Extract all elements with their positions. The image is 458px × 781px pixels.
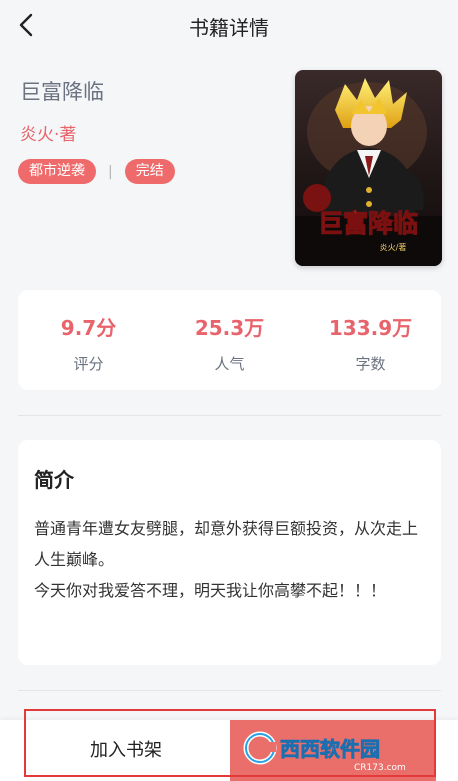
divider — [18, 690, 441, 691]
cover-author-text: 炎火/著 — [380, 242, 407, 252]
watermark-url: CR173.com — [354, 763, 406, 773]
divider — [18, 415, 441, 416]
stat-rating-value: 9.7分 — [60, 316, 117, 340]
tag-genre[interactable]: 都市逆袭 — [18, 159, 96, 184]
stats-card: 9.7分 评分 25.3万 人气 133.9万 字数 — [18, 290, 441, 390]
stat-popularity-label: 人气 — [214, 355, 245, 373]
intro-title: 简介 — [34, 468, 74, 492]
page-title: 书籍详情 — [189, 16, 269, 40]
stat-popularity-value: 25.3万 — [194, 316, 265, 340]
nav-bar: 书籍详情 — [0, 0, 458, 50]
book-cover[interactable]: 巨富降临 炎火/著 — [295, 70, 442, 266]
stat-rating-label: 评分 — [73, 355, 104, 373]
intro-card: 简介 普通青年遭女友劈腿，却意外获得巨额投资，从次走上人生巅峰。 今天你对我爱答… — [18, 440, 441, 665]
intro-text: 普通青年遭女友劈腿，却意外获得巨额投资，从次走上人生巅峰。 今天你对我爱答不理，… — [34, 519, 419, 600]
stat-popularity: 25.3万 人气 — [159, 290, 300, 390]
tag-status: 完结 — [124, 159, 175, 184]
book-tags: 都市逆袭 | 完结 — [18, 159, 175, 184]
book-author[interactable]: 炎火·著 — [20, 120, 76, 145]
book-title: 巨富降临 — [20, 80, 104, 104]
stat-rating: 9.7分 评分 — [18, 290, 159, 390]
stat-wordcount: 133.9万 字数 — [300, 290, 441, 390]
stat-wordcount-value: 133.9万 — [328, 316, 413, 340]
stat-wordcount-label: 字数 — [355, 355, 386, 373]
cover-title-text: 巨富降临 — [318, 209, 418, 238]
tag-separator: | — [108, 163, 113, 180]
watermark-brand: 西西软件园 — [280, 737, 380, 761]
watermark-logo: 西西软件园 CR173.com — [238, 724, 438, 776]
